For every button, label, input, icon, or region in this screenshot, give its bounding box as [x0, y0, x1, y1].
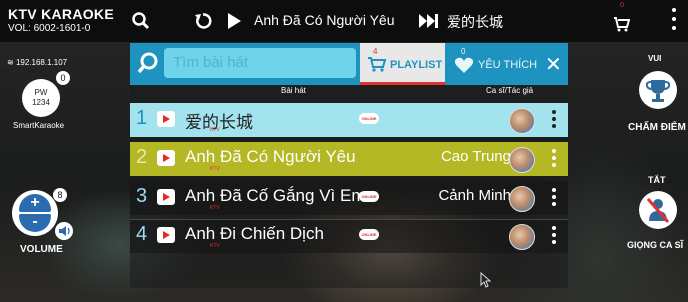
row-menu-icon[interactable]: [552, 110, 556, 131]
skip-next-icon[interactable]: [418, 13, 440, 29]
vui-label: VUI: [648, 54, 662, 63]
column-header-song: Bài hát: [281, 86, 306, 95]
artist-avatar: [509, 186, 535, 212]
app-title: KTV KARAOKE: [8, 6, 114, 22]
mouse-cursor-icon: [480, 272, 492, 288]
artist-avatar: [509, 147, 535, 173]
more-menu-icon[interactable]: [672, 8, 676, 35]
speaker-icon: [59, 226, 70, 236]
playlist-row[interactable]: 4 Anh Đi Chiến Dịch KTV ONLINE: [130, 219, 568, 253]
row-menu-icon[interactable]: [552, 226, 556, 247]
playlist-row[interactable]: 3 Anh Đã Cố Gắng Vì Em KTV ONLINE Cảnh M…: [130, 181, 568, 215]
app-logo: KTV KARAOKE VOL: 6002-1601-0: [8, 6, 114, 34]
online-badge: ONLINE: [359, 191, 379, 202]
favorites-count: 0: [461, 47, 466, 56]
password-button[interactable]: PW 1234: [22, 79, 60, 117]
play-button[interactable]: [157, 189, 175, 205]
tat-label: TẮT: [648, 175, 666, 185]
now-playing-title: Anh Đã Có Người Yêu: [254, 12, 395, 28]
cart-count: 0: [620, 2, 624, 9]
artist-avatar: [509, 108, 535, 134]
search-icon[interactable]: [132, 12, 150, 30]
row-number: 3: [136, 185, 148, 207]
row-artist: Cảnh Minh: [438, 187, 511, 204]
ip-address: ≋ 192.168.1.107: [7, 58, 68, 67]
vocal-label: GIỌNG CA SĨ: [627, 240, 684, 250]
online-badge: ONLINE: [359, 229, 379, 240]
panel-header: Tìm bài hát 4 PLAYLIST 0 YÊU THÍCH ✕: [130, 43, 568, 85]
replay-icon[interactable]: [194, 12, 212, 30]
device-count-badge: 0: [56, 71, 70, 85]
playlist-row[interactable]: 2 Anh Đã Có Người Yêu KTV Cao Trung: [130, 142, 568, 176]
online-badge: ONLINE: [359, 113, 379, 124]
search-input[interactable]: Tìm bài hát: [164, 48, 356, 78]
volume-down-button[interactable]: -: [19, 214, 51, 232]
volume-up-button[interactable]: +: [19, 194, 51, 212]
cart-icon[interactable]: [612, 10, 630, 32]
play-button[interactable]: [157, 150, 175, 166]
column-header-artist: Ca sĩ/Tác giả: [486, 86, 534, 95]
close-panel-button[interactable]: ✕: [545, 52, 562, 77]
wifi-icon: ≋: [7, 58, 14, 67]
active-tab-underline: [360, 82, 445, 85]
tab-favorites[interactable]: 0 YÊU THÍCH: [448, 43, 538, 85]
row-source-tag: KTV: [210, 127, 220, 133]
playlist-row[interactable]: 1 爱的长城 KTV ONLINE: [130, 103, 568, 137]
search-icon[interactable]: [137, 52, 159, 74]
row-menu-icon[interactable]: [552, 188, 556, 209]
row-menu-icon[interactable]: [552, 149, 556, 170]
cart-icon: [368, 57, 387, 72]
row-source-tag: KTV: [210, 205, 220, 211]
tab-favorites-label: YÊU THÍCH: [478, 59, 538, 71]
volume-value-badge: 8: [53, 188, 67, 202]
row-source-tag: KTV: [210, 166, 220, 172]
trophy-icon: [645, 80, 671, 102]
tab-playlist-label: PLAYLIST: [390, 59, 443, 71]
row-title: Anh Đi Chiến Dịch: [185, 224, 324, 243]
mute-button[interactable]: [55, 222, 73, 240]
top-bar: KTV KARAOKE VOL: 6002-1601-0 Anh Đã Có N…: [0, 0, 688, 42]
play-icon[interactable]: [226, 12, 242, 30]
score-button[interactable]: [639, 71, 677, 109]
app-version: VOL: 6002-1601-0: [8, 23, 91, 34]
row-number: 1: [136, 107, 148, 129]
row-number: 4: [136, 223, 148, 245]
heart-icon: [454, 57, 474, 73]
row-title: Anh Đã Cố Gắng Vì Em: [185, 186, 366, 205]
vocal-toggle-button[interactable]: [639, 191, 677, 229]
row-source-tag: KTV: [210, 243, 220, 249]
play-button[interactable]: [157, 227, 175, 243]
singer-off-icon: [646, 198, 670, 223]
score-label: CHẤM ĐIỂM: [628, 122, 686, 133]
playlist-panel: Tìm bài hát 4 PLAYLIST 0 YÊU THÍCH ✕ Bài…: [130, 43, 568, 288]
row-title: Anh Đã Có Người Yêu: [185, 147, 356, 166]
volume-label: VOLUME: [20, 244, 63, 255]
smartkaraoke-label: SmartKaraoke: [13, 121, 65, 130]
volume-control: + -: [12, 190, 58, 236]
artist-avatar: [509, 224, 535, 250]
play-button[interactable]: [157, 111, 175, 127]
row-artist: Cao Trung: [440, 148, 511, 165]
tab-playlist[interactable]: 4 PLAYLIST: [360, 43, 445, 85]
next-song-title: 爱的长城: [447, 14, 503, 30]
row-number: 2: [136, 146, 148, 168]
